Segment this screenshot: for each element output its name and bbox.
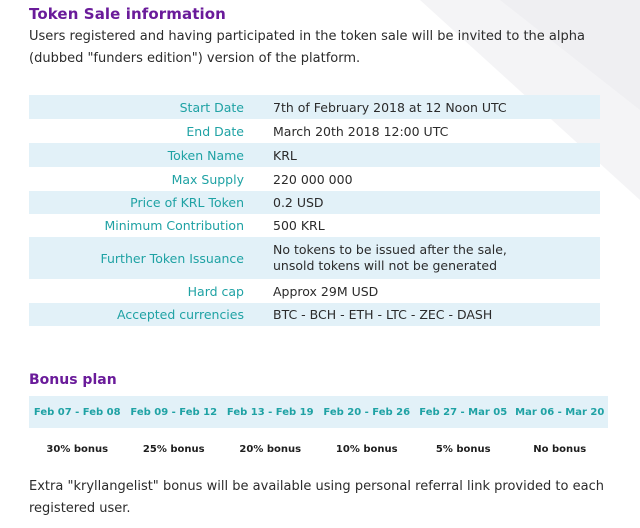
bonus-plan-table: Feb 07 - Feb 08 Feb 09 - Feb 12 Feb 13 -… — [29, 396, 608, 458]
intro-paragraph: Users registered and having participated… — [29, 29, 585, 66]
info-label: Further Token Issuance — [100, 250, 244, 266]
info-value: March 20th 2018 12:00 UTC — [273, 123, 449, 139]
info-value-line: unsold tokens will not be generated — [273, 258, 498, 273]
info-row: Price of KRL Token 0.2 USD — [29, 191, 600, 214]
info-row: Minimum Contribution 500 KRL — [29, 214, 600, 237]
bonus-percent: 25% bonus — [142, 443, 205, 455]
info-label: Accepted currencies — [117, 307, 244, 322]
info-value: BTC - BCH - ETH - LTC - ZEC - DASH — [273, 307, 493, 322]
info-row: Token Name KRL — [29, 143, 600, 167]
bonus-period-dates: Mar 06 - Mar 20 — [515, 406, 605, 418]
extra-bonus-note: Extra "kryllangelist" bonus will be avai… — [29, 479, 604, 516]
token-info-table: Start Date 7th of February 2018 at 12 No… — [29, 95, 600, 326]
info-label: Start Date — [179, 99, 244, 115]
info-row: Accepted currencies BTC - BCH - ETH - LT… — [29, 303, 600, 326]
info-row: Max Supply 220 000 000 — [29, 167, 600, 191]
section-title: Token Sale information — [29, 5, 226, 23]
bonus-period-dates: Feb 07 - Feb 08 — [33, 406, 121, 418]
bonus-percent-row: 30% bonus 25% bonus 20% bonus 10% bonus … — [29, 428, 608, 458]
bonus-percent: 20% bonus — [239, 443, 302, 455]
bonus-dates-row: Feb 07 - Feb 08 Feb 09 - Feb 12 Feb 13 -… — [29, 396, 608, 428]
info-label: Price of KRL Token — [130, 195, 244, 210]
info-label: End Date — [186, 123, 244, 139]
info-label: Hard cap — [187, 283, 244, 299]
bonus-plan-title: Bonus plan — [29, 372, 117, 388]
info-row: Start Date 7th of February 2018 at 12 No… — [29, 95, 600, 119]
info-label: Token Name — [167, 147, 244, 163]
info-label: Max Supply — [171, 171, 244, 187]
bonus-period-dates: Feb 27 - Mar 05 — [419, 406, 508, 418]
info-value: 0.2 USD — [273, 195, 324, 210]
bonus-percent: 30% bonus — [46, 443, 109, 455]
info-value: No tokens to be issued after the sale, u… — [272, 237, 600, 279]
info-value: Approx 29M USD — [273, 283, 379, 299]
bonus-percent: 10% bonus — [335, 443, 398, 455]
info-row: Hard cap Approx 29M USD — [29, 279, 600, 303]
info-row: End Date March 20th 2018 12:00 UTC — [29, 119, 600, 143]
info-value: 7th of February 2018 at 12 Noon UTC — [273, 99, 507, 115]
bonus-period-dates: Feb 13 - Feb 19 — [226, 406, 314, 418]
info-label: Minimum Contribution — [104, 218, 244, 233]
info-row: Further Token Issuance No tokens to be i… — [29, 237, 600, 279]
info-value-line: No tokens to be issued after the sale, — [273, 242, 507, 257]
info-value: 500 KRL — [273, 218, 325, 233]
bonus-percent: 5% bonus — [435, 443, 491, 455]
info-value: 220 000 000 — [273, 171, 353, 187]
bonus-period-dates: Feb 20 - Feb 26 — [323, 406, 411, 418]
bonus-percent: No bonus — [533, 443, 587, 455]
info-value: KRL — [273, 147, 297, 163]
token-sale-section: Token Sale information Users registered … — [0, 0, 640, 528]
bonus-period-dates: Feb 09 - Feb 12 — [130, 406, 218, 418]
